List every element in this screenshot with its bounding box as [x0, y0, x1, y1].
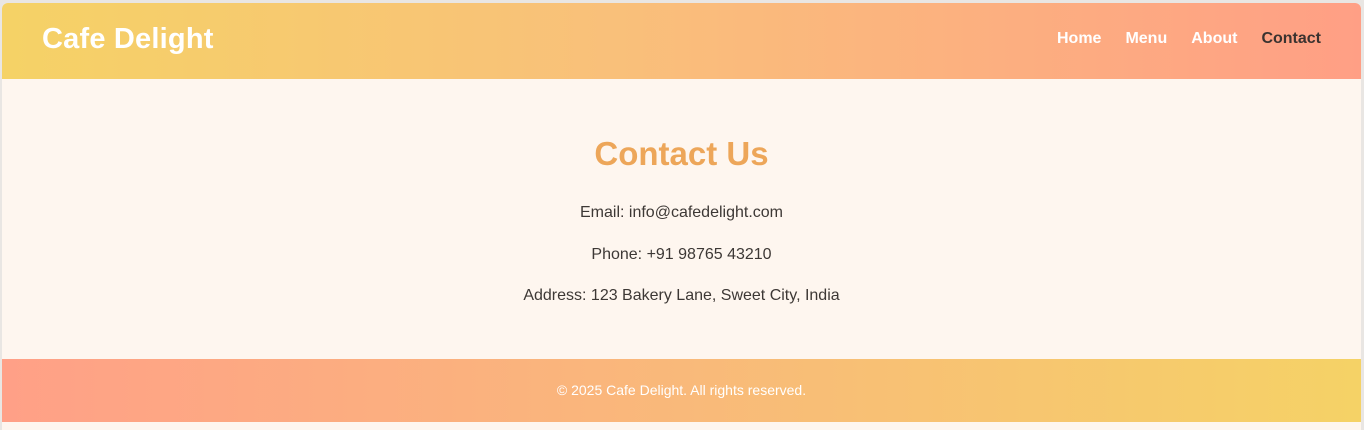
nav-home-link[interactable]: Home — [1057, 30, 1101, 48]
contact-email: Email: info@cafedelight.com — [580, 204, 783, 221]
site-footer: © 2025 Cafe Delight. All rights reserved… — [2, 359, 1361, 422]
contact-phone: Phone: +91 98765 43210 — [591, 246, 772, 263]
contact-section: Contact Us Email: info@cafedelight.com P… — [2, 79, 1361, 359]
main-nav: Home Menu About Contact — [1057, 30, 1321, 48]
contact-address: Address: 123 Bakery Lane, Sweet City, In… — [523, 287, 840, 304]
page-title: Contact Us — [594, 135, 769, 172]
brand-logo[interactable]: Cafe Delight — [42, 23, 214, 56]
copyright-text: © 2025 Cafe Delight. All rights reserved… — [556, 382, 807, 398]
page: Cafe Delight Home Menu About Contact Con… — [2, 3, 1361, 430]
site-header: Cafe Delight Home Menu About Contact — [2, 3, 1361, 79]
nav-contact-link[interactable]: Contact — [1261, 30, 1321, 48]
nav-about-link[interactable]: About — [1191, 30, 1237, 48]
nav-menu-link[interactable]: Menu — [1125, 30, 1167, 48]
